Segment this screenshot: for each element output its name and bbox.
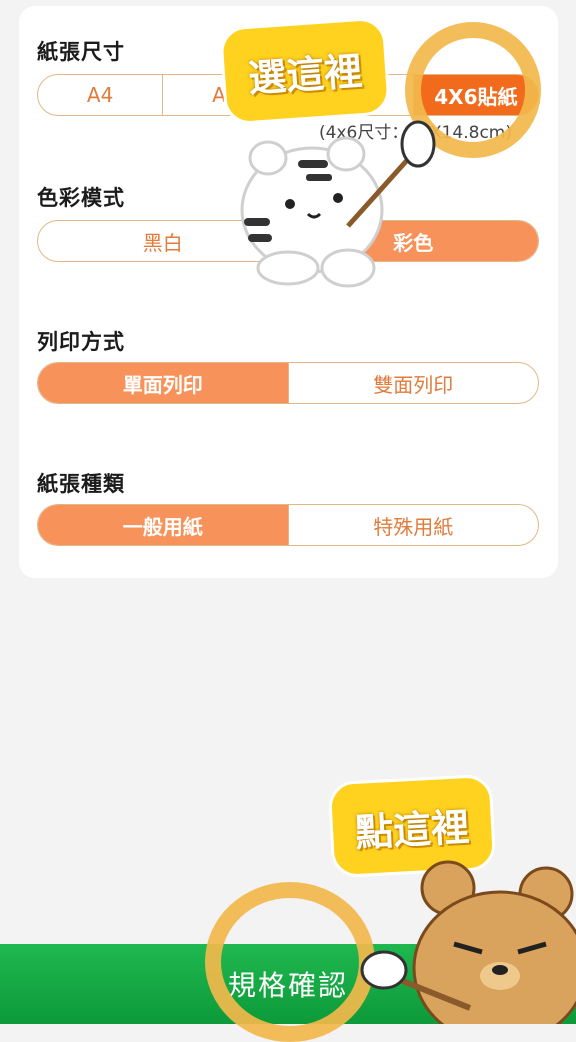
paper-type-title: 紙張種類 (37, 472, 125, 496)
paper-size-title: 紙張尺寸 (37, 40, 125, 64)
select-here-bubble: 選這裡 (218, 16, 392, 126)
paper-size-a4[interactable]: A4 (38, 75, 164, 115)
paper-type-selector: 一般用紙 特殊用紙 (37, 504, 539, 546)
print-single-sided[interactable]: 單面列印 (38, 363, 289, 403)
print-method-title: 列印方式 (37, 330, 125, 354)
color-mode-title: 色彩模式 (37, 186, 125, 210)
paper-type-special[interactable]: 特殊用紙 (289, 505, 539, 545)
print-method-selector: 單面列印 雙面列印 (37, 362, 539, 404)
paper-type-regular[interactable]: 一般用紙 (38, 505, 289, 545)
white-tiger-sticker-icon (240, 120, 436, 288)
bear-sticker-icon (360, 860, 576, 1024)
print-double-sided[interactable]: 雙面列印 (289, 363, 539, 403)
